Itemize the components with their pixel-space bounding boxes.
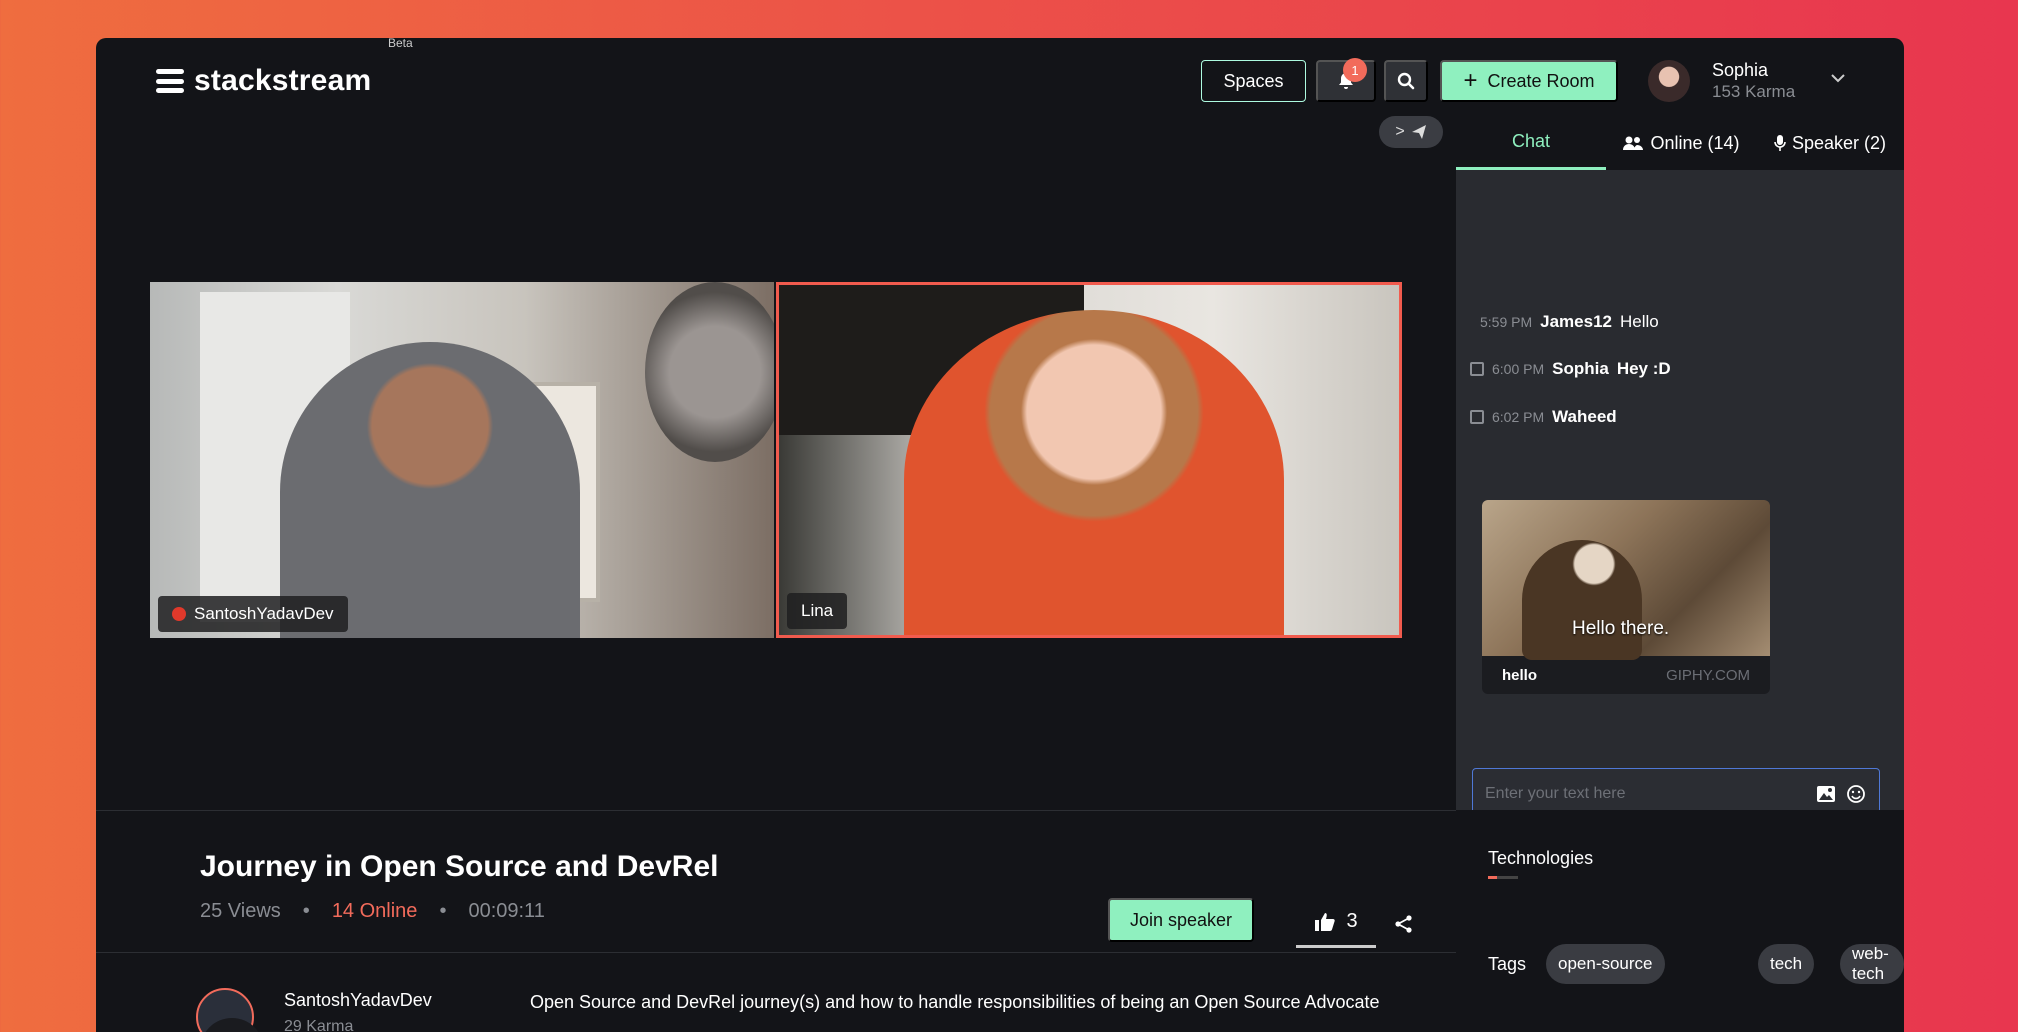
technologies-underline <box>1488 876 1518 879</box>
tab-label: Speaker (2) <box>1791 132 1887 153</box>
join-speaker-button[interactable]: Join speaker <box>1108 898 1254 942</box>
create-room-button[interactable]: + Create Room <box>1440 60 1618 102</box>
tab-chat[interactable]: Chat <box>1456 116 1606 170</box>
notification-badge: 1 <box>1343 58 1367 82</box>
beta-label: Beta <box>388 38 413 50</box>
message-time: 6:02 PM <box>1492 409 1545 425</box>
plus-icon: + <box>1463 67 1478 94</box>
logo[interactable]: stackstream <box>156 64 371 98</box>
room-meta: 25 Views • 14 Online • 00:09:11 <box>200 900 545 923</box>
send-icon <box>1411 125 1426 139</box>
share-icon <box>1395 915 1412 933</box>
mic-icon <box>1774 135 1786 151</box>
separator-dot: • <box>302 900 310 922</box>
chat-tabs: Chat Online (14) Speaker (2) <box>1456 116 1904 170</box>
message-icon <box>1470 362 1484 376</box>
spaces-button[interactable]: Spaces <box>1201 60 1306 102</box>
room-description: Open Source and DevRel journey(s) and ho… <box>530 992 1380 1012</box>
like-count: 3 <box>1346 910 1358 932</box>
participant-name: SantoshYadavDev <box>194 604 334 623</box>
user-karma: 153 Karma <box>1712 82 1796 101</box>
gif-caption: Hello there. <box>1572 618 1670 639</box>
search-icon <box>1397 72 1415 90</box>
gif-footer: hello GIPHY.COM <box>1482 656 1770 694</box>
tab-label: Chat <box>1511 131 1551 151</box>
room-details-panel: Technologies Tags open-source tech web-t… <box>1456 810 1904 1032</box>
users-icon <box>1623 136 1644 150</box>
tab-online[interactable]: Online (14) <box>1606 116 1756 170</box>
message-time: 5:59 PM <box>1480 314 1533 330</box>
technologies-heading: Technologies <box>1488 848 1594 868</box>
gif-source[interactable]: GIPHY.COM <box>1666 667 1750 684</box>
video-tile-santosh[interactable]: SantoshYadavDev <box>150 282 774 638</box>
divider <box>96 810 1456 811</box>
tab-speaker[interactable]: Speaker (2) <box>1756 116 1904 170</box>
image-upload-icon[interactable] <box>1815 783 1837 805</box>
video-tile-lina[interactable]: Lina <box>776 282 1402 638</box>
participant-name-tag: SantoshYadavDev <box>158 596 348 632</box>
host-name[interactable]: SantoshYadavDev <box>284 990 432 1011</box>
gif-message[interactable]: Hello there. hello GIPHY.COM <box>1482 500 1770 694</box>
like-button[interactable]: 3 <box>1296 898 1376 948</box>
message-icon <box>1470 410 1484 424</box>
chevron-right-icon: > <box>1395 123 1405 140</box>
chat-message: 5:59 PM James12 Hello <box>1480 312 1659 332</box>
chat-input[interactable] <box>1485 785 1807 803</box>
tags-heading: Tags <box>1488 954 1527 974</box>
chat-panel: Chat Online (14) Speaker (2) 5:59 PM Jam… <box>1456 116 1904 886</box>
room-title: Journey in Open Source and DevRel <box>200 850 719 883</box>
divider <box>96 952 1456 953</box>
chat-message: 6:00 PM Sophia Hey :D <box>1470 359 1671 379</box>
separator-dot: • <box>439 900 447 922</box>
message-text: Hey :D <box>1616 359 1671 378</box>
tag-chip[interactable]: open-source <box>1546 944 1665 984</box>
room-duration: 00:09:11 <box>468 900 545 922</box>
collapse-chat-toggle[interactable]: > <box>1379 116 1443 148</box>
gif-label: hello <box>1502 666 1538 684</box>
participant-name: Lina <box>801 601 834 620</box>
search-button[interactable] <box>1384 60 1428 102</box>
app-window: stackstream Beta Spaces 1 + Create Room … <box>96 38 1904 1032</box>
tag-chip[interactable]: web-tech <box>1840 944 1904 984</box>
participant-video <box>904 310 1284 635</box>
message-author[interactable]: James12 <box>1540 312 1612 332</box>
user-avatar[interactable] <box>1648 60 1690 102</box>
emoji-icon[interactable] <box>1845 783 1867 805</box>
message-text: Hello <box>1619 312 1659 331</box>
room-views: 25 Views <box>200 900 281 922</box>
create-room-label: Create Room <box>1487 70 1595 91</box>
menu-lines-icon <box>156 69 184 93</box>
room-online-count: 14 Online <box>331 900 418 922</box>
share-button[interactable] <box>1384 904 1424 944</box>
participant-video <box>280 342 580 638</box>
message-author[interactable]: Sophia <box>1552 359 1609 379</box>
tab-label: Online (14) <box>1650 132 1740 153</box>
message-time: 6:00 PM <box>1492 361 1545 377</box>
user-name[interactable]: Sophia <box>1712 60 1768 81</box>
thumbs-up-icon <box>1315 912 1336 931</box>
video-background <box>645 282 774 462</box>
chevron-down-icon[interactable] <box>1828 68 1848 88</box>
gif-image <box>1522 540 1642 660</box>
message-author[interactable]: Waheed <box>1552 407 1617 427</box>
logo-text: stackstream <box>194 64 372 97</box>
host-karma: 29 Karma <box>284 1018 354 1032</box>
participant-name-tag: Lina <box>787 593 848 629</box>
chat-message: 6:02 PM Waheed <box>1470 407 1617 427</box>
tag-chip[interactable]: tech <box>1758 944 1815 984</box>
recording-dot-icon <box>172 607 186 621</box>
